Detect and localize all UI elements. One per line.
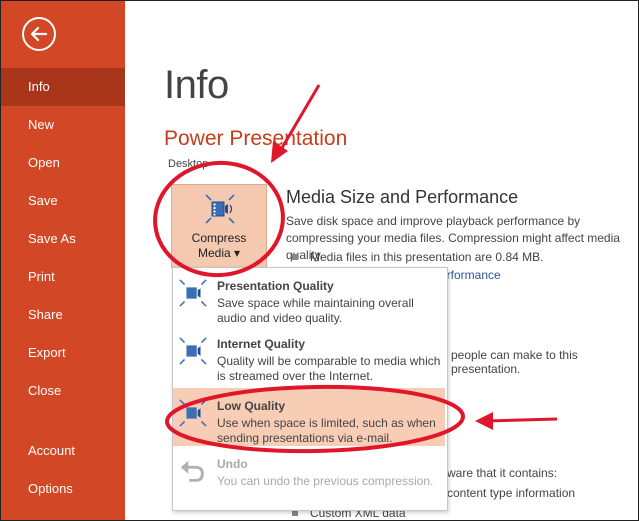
back-arrow-icon [30,26,48,42]
compress-media-icon [205,194,235,224]
menu-item-presentation-quality[interactable]: Presentation Quality Save space while ma… [173,268,445,326]
document-title: Power Presentation [164,127,348,150]
backstage-sidebar: Info New Open Save Save As Print Share E… [1,1,125,520]
menu-item-title: Internet Quality [217,337,306,351]
compress-media-icon [179,399,207,427]
sidebar-item-save-as[interactable]: Save As [1,220,125,258]
sidebar-item-account[interactable]: Account [1,432,125,470]
sidebar-item-options[interactable]: Options [1,470,125,508]
sidebar-item-close[interactable]: Close [1,372,125,410]
compress-media-menu: Presentation Quality Save space while ma… [172,267,448,511]
menu-item-description: Save space while maintaining overall aud… [217,296,414,325]
compress-media-label-2: Media ▾ [197,246,241,260]
media-size-bullet: Media files in this presentation are 0.8… [292,250,544,264]
content-type-text: content type information [447,486,576,500]
sidebar-item-open[interactable]: Open [1,144,125,182]
media-size-heading: Media Size and Performance [286,187,519,207]
sidebar-item-print[interactable]: Print [1,258,125,296]
page-title: Info [164,63,229,107]
undo-icon [180,460,204,482]
menu-item-description: Quality will be comparable to media whic… [217,354,441,383]
menu-item-title: Undo [217,457,248,471]
compress-media-icon [179,337,207,365]
document-location: Desktop [168,158,209,170]
sidebar-item-share[interactable]: Share [1,296,125,334]
bullet-square [292,254,298,260]
menu-item-undo: Undo You can undo the previous compressi… [173,446,445,504]
menu-item-title: Presentation Quality [217,279,334,293]
sidebar-item-info[interactable]: Info [1,68,125,106]
compress-media-button[interactable]: Compress Media ▾ [171,184,267,268]
menu-item-description: Use when space is limited, such as when … [217,416,436,445]
people-changes-text: people can make to this presentation. [451,348,578,376]
sidebar-item-export[interactable]: Export [1,334,125,372]
back-button[interactable] [22,17,56,51]
menu-item-internet-quality[interactable]: Internet Quality Quality will be compara… [173,326,445,384]
powerpoint-backstage-window: Info New Open Save Save As Print Share E… [0,0,639,521]
media-size-bullet-text: Media files in this presentation are 0.8… [310,250,544,264]
performance-link[interactable]: erformance [440,268,501,282]
compress-media-icon [179,279,207,307]
menu-item-title: Low Quality [217,399,286,413]
sidebar-item-save[interactable]: Save [1,182,125,220]
sidebar-item-new[interactable]: New [1,106,125,144]
menu-item-low-quality[interactable]: Low Quality Use when space is limited, s… [173,388,445,446]
compress-media-label-1: Compress [191,231,247,245]
menu-item-description: You can undo the previous compression. [217,474,434,488]
inspect-contains-text: ware that it contains: [447,466,558,480]
